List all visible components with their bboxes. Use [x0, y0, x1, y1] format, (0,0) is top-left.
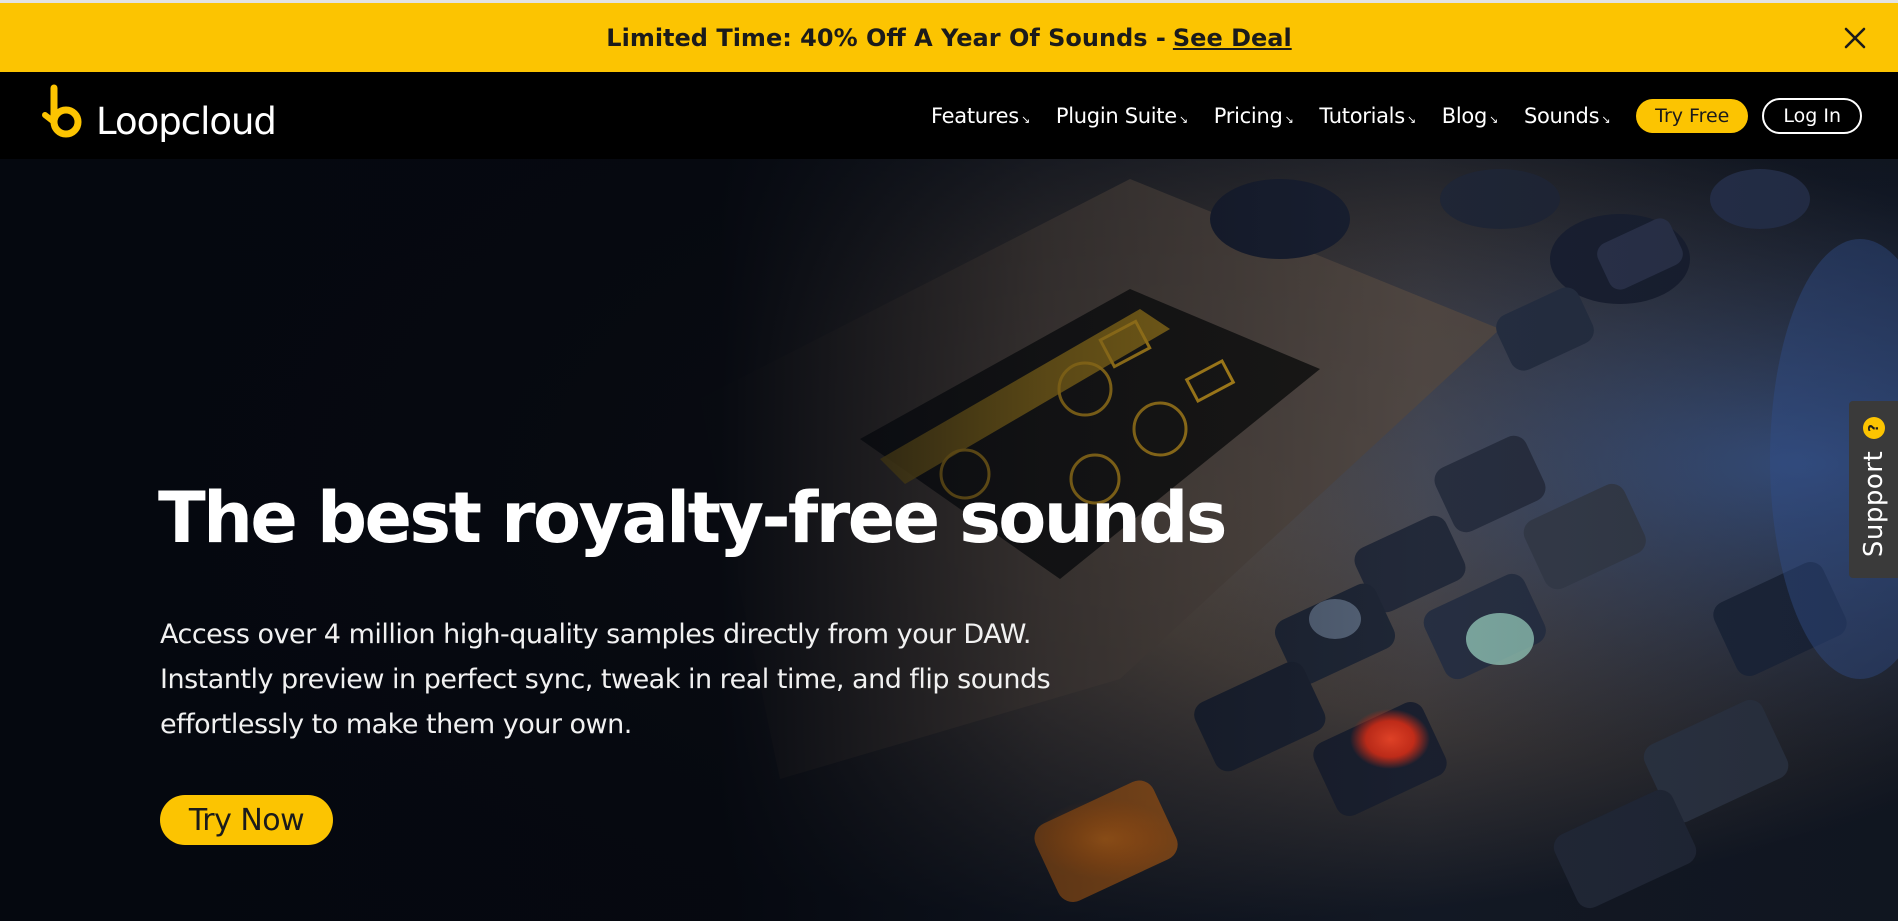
promo-text: Limited Time: 40% Off A Year Of Sounds -: [606, 23, 1166, 52]
hero-title: The best royalty-free sounds: [158, 477, 1227, 559]
hero-description-line: effortlessly to make them your own.: [160, 709, 632, 740]
arrow-down-right-icon: ↘: [1178, 112, 1188, 126]
main-nav: Loopcloud Features ↘ Plugin Suite ↘ Pricin…: [0, 72, 1898, 159]
arrow-down-right-icon: ↘: [1020, 112, 1030, 126]
login-button[interactable]: Log In: [1762, 97, 1862, 134]
see-deal-link[interactable]: See Deal: [1173, 24, 1292, 52]
support-label: Support: [1858, 450, 1889, 557]
nav-links: Features ↘ Plugin Suite ↘ Pricing ↘ Tutoria…: [931, 72, 1862, 159]
nav-item-features[interactable]: Features ↘: [931, 104, 1030, 128]
nav-item-label: Features: [931, 103, 1019, 128]
nav-item-blog[interactable]: Blog ↘: [1442, 104, 1498, 128]
nav-item-label: Tutorials: [1319, 103, 1405, 128]
promo-banner: Limited Time: 40% Off A Year Of Sounds -…: [0, 0, 1898, 72]
page: Limited Time: 40% Off A Year Of Sounds -…: [0, 0, 1898, 921]
try-free-button[interactable]: Try Free: [1636, 98, 1749, 133]
nav-item-label: Pricing: [1213, 103, 1283, 128]
nav-item-plugin-suite[interactable]: Plugin Suite ↘: [1056, 104, 1188, 128]
nav-item-label: Plugin Suite: [1055, 103, 1177, 128]
try-now-button[interactable]: Try Now: [160, 795, 333, 845]
loopcloud-logo-icon: [39, 82, 85, 148]
nav-item-tutorials[interactable]: Tutorials ↘: [1319, 103, 1416, 128]
close-icon[interactable]: [1842, 25, 1868, 51]
arrow-down-right-icon: ↘: [1284, 112, 1294, 126]
hero-description: Access over 4 million high-quality sampl…: [160, 612, 1100, 747]
nav-item-label: Sounds: [1523, 103, 1600, 128]
nav-item-sounds[interactable]: Sounds ↘: [1523, 103, 1611, 128]
hero-description-line: Access over 4 million high-quality sampl…: [160, 619, 1031, 650]
help-question-icon: ?: [1863, 417, 1885, 439]
hero-description-line: Instantly preview in perfect sync, tweak…: [160, 664, 1051, 695]
hero-section: The best royalty-free sounds Access over…: [0, 159, 1898, 921]
nav-item-label: Blog: [1441, 103, 1488, 128]
arrow-down-right-icon: ↘: [1489, 112, 1498, 126]
support-tab[interactable]: ? Support: [1849, 401, 1898, 578]
nav-item-pricing[interactable]: Pricing ↘: [1214, 104, 1294, 128]
logo[interactable]: Loopcloud: [39, 82, 277, 148]
logo-text: Loopcloud: [96, 99, 277, 143]
arrow-down-right-icon: ↘: [1601, 112, 1611, 126]
arrow-down-right-icon: ↘: [1406, 112, 1416, 126]
